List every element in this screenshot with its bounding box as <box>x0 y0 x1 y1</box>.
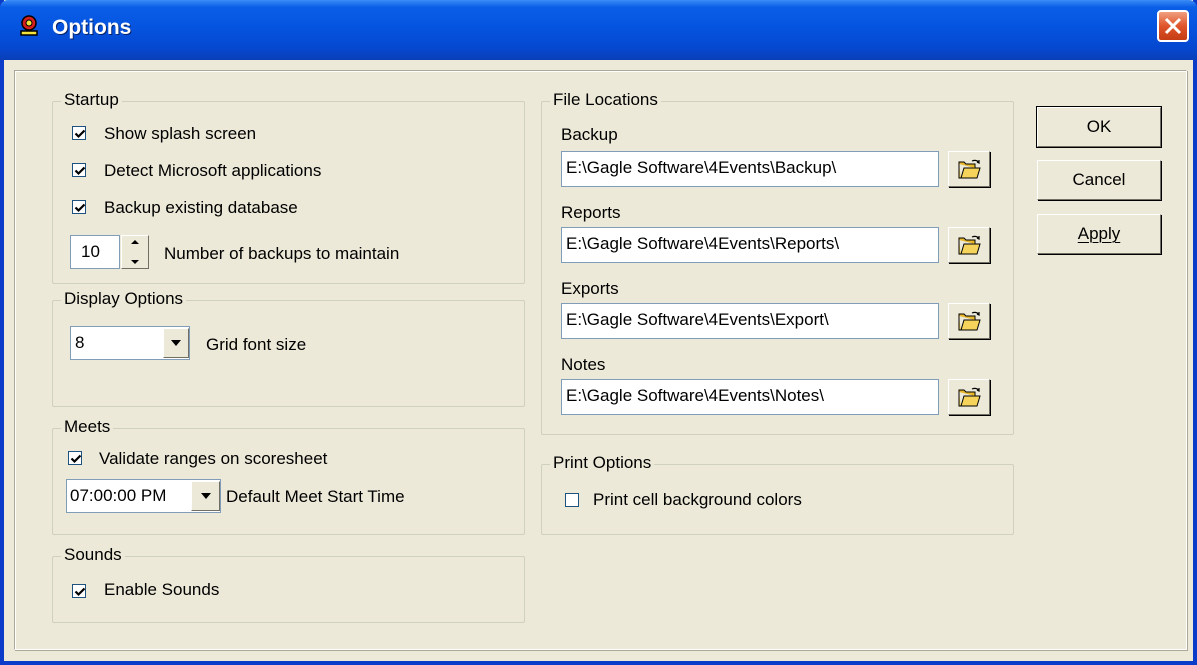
sounds-legend: Sounds <box>61 545 125 565</box>
enable-sounds-checkbox[interactable] <box>72 584 86 598</box>
checkmark-icon <box>70 453 82 464</box>
spin-up-icon <box>131 240 139 244</box>
num-backups-input[interactable]: 10 <box>70 235 120 269</box>
ok-button[interactable]: OK <box>1036 106 1162 148</box>
close-button[interactable] <box>1157 10 1189 42</box>
checkmark-icon <box>74 586 86 597</box>
grid-font-size-dropdown-button[interactable] <box>163 328 189 358</box>
chevron-down-icon <box>171 340 181 346</box>
checkmark-icon <box>74 128 86 139</box>
checkmark-icon <box>74 202 86 213</box>
meet-start-time-label: Default Meet Start Time <box>226 487 405 506</box>
num-backups-label: Number of backups to maintain <box>164 244 400 263</box>
close-icon <box>1164 17 1182 35</box>
backup-location-input[interactable]: E:\Gagle Software\4Events\Backup\ <box>561 151 939 187</box>
backup-browse-button[interactable] <box>948 151 990 187</box>
grid-font-size-label: Grid font size <box>206 335 307 354</box>
apply-button[interactable]: Apply <box>1037 214 1161 254</box>
num-backups-spinner[interactable] <box>121 235 149 269</box>
print-bg-colors-label: Print cell background colors <box>593 490 802 509</box>
options-dialog: Options Startup Show splash screen Detec… <box>0 0 1197 665</box>
enable-sounds-label: Enable Sounds <box>104 580 220 599</box>
detect-ms-label: Detect Microsoft applications <box>104 161 322 180</box>
ok-label: OK <box>1086 117 1112 136</box>
app-icon <box>20 15 38 36</box>
window-title: Options <box>52 16 132 39</box>
backup-location-label: Backup <box>561 125 618 144</box>
notes-browse-button[interactable] <box>948 379 990 415</box>
detect-ms-checkbox[interactable] <box>72 163 86 177</box>
validate-ranges-label: Validate ranges on scoresheet <box>99 449 328 468</box>
print-bg-colors-checkbox[interactable] <box>565 493 579 507</box>
show-splash-label: Show splash screen <box>104 124 257 143</box>
spin-down-icon <box>131 260 139 264</box>
cancel-button[interactable]: Cancel <box>1037 160 1161 200</box>
startup-legend: Startup <box>61 90 122 110</box>
validate-ranges-checkbox[interactable] <box>68 451 82 465</box>
file-locations-legend: File Locations <box>550 90 661 110</box>
folder-open-icon <box>958 387 981 407</box>
reports-location-input[interactable]: E:\Gagle Software\4Events\Reports\ <box>561 227 939 263</box>
backup-db-checkbox[interactable] <box>72 200 86 214</box>
show-splash-checkbox[interactable] <box>72 126 86 140</box>
apply-label: Apply <box>1077 224 1121 243</box>
folder-open-icon <box>958 311 981 331</box>
meet-start-time-dropdown-button[interactable] <box>191 481 220 511</box>
cancel-label: Cancel <box>1072 170 1126 189</box>
reports-browse-button[interactable] <box>948 227 990 263</box>
title-bar[interactable]: Options <box>0 0 1197 60</box>
backup-db-label: Backup existing database <box>104 198 298 217</box>
notes-location-input[interactable]: E:\Gagle Software\4Events\Notes\ <box>561 379 939 415</box>
exports-location-label: Exports <box>561 279 619 298</box>
folder-open-icon <box>958 159 981 179</box>
print-options-legend: Print Options <box>550 453 655 473</box>
display-options-legend: Display Options <box>61 289 187 309</box>
chevron-down-icon <box>200 493 211 499</box>
exports-location-input[interactable]: E:\Gagle Software\4Events\Export\ <box>561 303 939 339</box>
exports-browse-button[interactable] <box>948 303 990 339</box>
reports-location-label: Reports <box>561 203 621 222</box>
folder-open-icon <box>958 235 981 255</box>
checkmark-icon <box>74 165 86 176</box>
meets-legend: Meets <box>61 417 114 437</box>
notes-location-label: Notes <box>561 355 606 374</box>
